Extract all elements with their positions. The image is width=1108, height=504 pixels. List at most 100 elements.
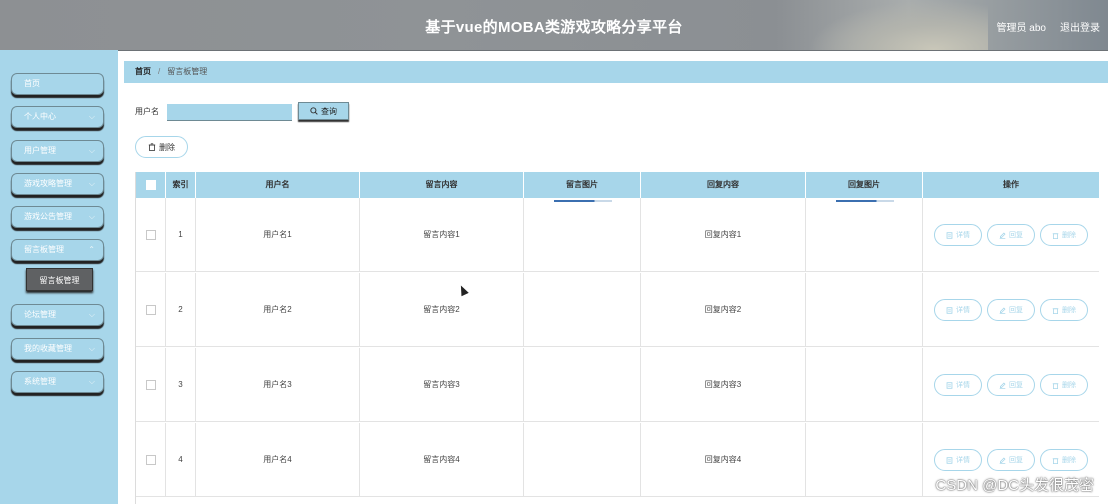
edit-icon <box>999 307 1006 314</box>
sidebar-item-favorites-management[interactable]: 我的收藏管理 ⌵ <box>11 338 104 360</box>
reply-button[interactable]: 回复 <box>987 449 1035 471</box>
sidebar-item-label: 首页 <box>24 79 40 88</box>
row-reply: 回复内容4 <box>641 423 806 497</box>
row-content: 留言内容3 <box>360 348 524 422</box>
chevron-down-icon: ⌵ <box>88 112 95 121</box>
sidebar-item-personal-center[interactable]: 个人中心 ⌵ <box>11 106 104 128</box>
row-index: 1 <box>166 198 196 272</box>
sidebar-item-label: 游戏公告管理 <box>24 212 72 221</box>
sidebar-item-message-board[interactable]: 留言板管理 ⌃ <box>11 239 104 261</box>
page-title: 基于vue的MOBA类游戏攻略分享平台 <box>425 19 683 36</box>
row-reply: 回复内容3 <box>641 348 806 422</box>
search-icon <box>310 107 318 115</box>
reply-button[interactable]: 回复 <box>987 299 1035 321</box>
chevron-down-icon: ⌵ <box>88 377 95 386</box>
table-row: 2 用户名2 留言内容2 回复内容2 详情 回复 删除 <box>136 273 1099 347</box>
trash-icon <box>1052 382 1059 389</box>
trash-icon <box>148 143 156 151</box>
row-username: 用户名2 <box>196 273 360 347</box>
header-actions: 操作 <box>1003 180 1019 189</box>
row-checkbox[interactable] <box>145 454 156 465</box>
breadcrumb-home[interactable]: 首页 <box>135 67 151 76</box>
logout-link[interactable]: 退出登录 <box>1060 19 1100 34</box>
header-username: 用户名 <box>196 172 360 198</box>
row-message-image <box>524 273 641 347</box>
row-content: 留言内容4 <box>360 423 524 497</box>
detail-icon <box>946 231 953 239</box>
breadcrumb: 首页 / 留言板管理 <box>124 61 1108 83</box>
detail-icon <box>946 381 953 389</box>
username-search-label: 用户名 <box>135 107 159 116</box>
row-reply-image <box>806 198 923 272</box>
header-content: 留言内容 <box>360 172 524 198</box>
row-username: 用户名4 <box>196 423 360 497</box>
sidebar-item-guide-management[interactable]: 游戏攻略管理 ⌵ <box>11 173 104 195</box>
message-table: 索引 用户名 留言内容 留言图片 回复内容 回复图片 操作 1 用户名1 留言内容1… <box>135 172 1099 504</box>
action-label: 回复 <box>1009 232 1023 239</box>
sidebar-item-forum-management[interactable]: 论坛管理 ⌵ <box>11 304 104 326</box>
row-checkbox[interactable] <box>145 379 156 390</box>
edit-icon <box>999 457 1006 464</box>
breadcrumb-separator: / <box>158 67 161 76</box>
header-index: 索引 <box>166 172 196 198</box>
row-content: 留言内容1 <box>360 198 524 272</box>
batch-delete-button[interactable]: 删除 <box>135 136 188 158</box>
row-actions: 详情 回复 删除 <box>923 273 1099 347</box>
sidebar-item-system-management[interactable]: 系统管理 ⌵ <box>11 371 104 393</box>
action-label: 回复 <box>1009 457 1023 464</box>
action-label: 删除 <box>1062 457 1076 464</box>
chevron-up-icon: ⌃ <box>88 245 95 254</box>
row-checkbox[interactable] <box>145 304 156 315</box>
row-content: 留言内容2 <box>360 273 524 347</box>
detail-button[interactable]: 详情 <box>934 449 982 471</box>
action-label: 详情 <box>956 307 970 314</box>
row-select-cell <box>136 198 166 272</box>
row-reply: 回复内容1 <box>641 198 806 272</box>
header-reply-image: 回复图片 <box>806 172 923 198</box>
delete-button[interactable]: 删除 <box>1040 449 1088 471</box>
chevron-down-icon: ⌵ <box>88 146 95 155</box>
edit-icon <box>999 232 1006 239</box>
row-reply: 回复内容2 <box>641 273 806 347</box>
sidebar-item-label: 论坛管理 <box>24 310 56 319</box>
row-actions: 详情 回复 删除 <box>923 348 1099 422</box>
detail-icon <box>946 306 953 314</box>
action-label: 回复 <box>1009 307 1023 314</box>
search-button[interactable]: 查询 <box>298 102 349 120</box>
reply-button[interactable]: 回复 <box>987 374 1035 396</box>
row-reply-image <box>806 273 923 347</box>
username-search-input[interactable] <box>167 104 292 121</box>
detail-button[interactable]: 详情 <box>934 374 982 396</box>
row-reply-image <box>806 423 923 497</box>
detail-button[interactable]: 详情 <box>934 299 982 321</box>
edit-icon <box>999 382 1006 389</box>
delete-button[interactable]: 删除 <box>1040 224 1088 246</box>
watermark: CSDN @DC头发很茂密 <box>935 477 1094 494</box>
header-message-image: 留言图片 <box>524 172 641 198</box>
action-label: 详情 <box>956 457 970 464</box>
row-reply-image <box>806 348 923 422</box>
sidebar-item-notice-management[interactable]: 游戏公告管理 ⌵ <box>11 206 104 228</box>
sidebar-item-label: 个人中心 <box>24 112 56 121</box>
reply-button[interactable]: 回复 <box>987 224 1035 246</box>
sidebar-item-user-management[interactable]: 用户管理 ⌵ <box>11 140 104 162</box>
row-message-image <box>524 348 641 422</box>
detail-button[interactable]: 详情 <box>934 224 982 246</box>
search-button-label: 查询 <box>321 106 337 116</box>
action-label: 删除 <box>1062 232 1076 239</box>
header-reply: 回复内容 <box>641 172 806 198</box>
chevron-down-icon: ⌵ <box>88 310 95 319</box>
row-message-image <box>524 198 641 272</box>
delete-button[interactable]: 删除 <box>1040 374 1088 396</box>
sidebar-item-label: 游戏攻略管理 <box>24 179 72 188</box>
trash-icon <box>1052 232 1059 239</box>
select-all-checkbox[interactable] <box>145 179 156 190</box>
detail-icon <box>946 456 953 464</box>
sidebar-item-label: 用户管理 <box>24 146 56 155</box>
sidebar-item-home[interactable]: 首页 <box>11 73 104 95</box>
delete-button[interactable]: 删除 <box>1040 299 1088 321</box>
sidebar-subitem-message-board[interactable]: 留言板管理 <box>26 268 93 291</box>
image-loading-bar <box>553 200 612 202</box>
row-checkbox[interactable] <box>145 229 156 240</box>
chevron-down-icon: ⌵ <box>88 344 95 353</box>
